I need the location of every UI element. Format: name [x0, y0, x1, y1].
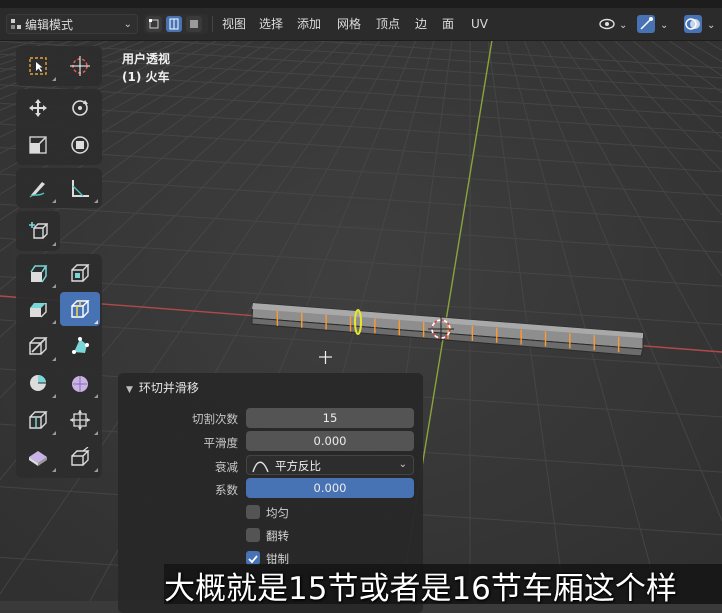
- shear-icon: [29, 451, 47, 466]
- falloff-curve-icon: [252, 461, 269, 473]
- select-mode-group: [144, 14, 208, 34]
- edge-select-icon: [169, 18, 179, 30]
- face-select-icon: [190, 20, 198, 28]
- measure-icon: [72, 180, 89, 197]
- shrink-fatten-icon: [70, 410, 90, 430]
- bevel-tool[interactable]: [18, 292, 58, 326]
- menu-vertex[interactable]: 顶点: [371, 14, 405, 34]
- panel-header[interactable]: ▼ 环切并滑移: [126, 379, 199, 396]
- falloff-label: 衰减: [215, 460, 238, 474]
- poly-build-tool[interactable]: [60, 329, 100, 363]
- panel-title: 环切并滑移: [138, 381, 199, 395]
- scale-tool[interactable]: [18, 128, 58, 162]
- select-box-icon: [29, 57, 47, 75]
- chevron-down-icon: ⌄: [123, 19, 132, 30]
- loop-cut-icon: [71, 300, 90, 318]
- gizmo-icon: ⌄: [637, 15, 668, 33]
- mode-select[interactable]: 编辑模式 ⌄: [6, 14, 138, 34]
- poly-build-icon: [72, 337, 89, 354]
- edit-mode-icon: [11, 19, 21, 29]
- knife-icon: [29, 337, 48, 355]
- toolbar-group-mesh: [16, 254, 102, 478]
- scale-icon: [29, 136, 47, 154]
- video-subtitle: 大概就是15节或者是16节车厢这个样: [164, 571, 677, 607]
- cursor-tool[interactable]: [60, 49, 100, 83]
- menu-separator: [212, 16, 213, 32]
- select-box-tool[interactable]: [18, 49, 58, 83]
- vertex-select-icon: [149, 19, 159, 29]
- falloff-value: 平方反比: [275, 459, 321, 473]
- object-name: (1) 火车: [122, 70, 170, 84]
- menu-add[interactable]: 添加: [292, 14, 326, 34]
- add-cube-icon: [29, 222, 48, 239]
- mode-label: 编辑模式: [25, 18, 74, 32]
- collapse-triangle-icon: ▼: [126, 385, 133, 395]
- viewport-header: 编辑模式 ⌄ 视图 选择 添加 网格 顶点 边 面 UV ⌄ ⌄ ⌄: [0, 8, 722, 41]
- cursor-icon: [70, 56, 90, 76]
- annotate-icon: [29, 182, 45, 198]
- overlay-icon: ⌄: [684, 15, 715, 33]
- smoothness-field[interactable]: 0.000: [246, 431, 414, 451]
- smoothness-label: 平滑度: [203, 436, 239, 450]
- menu-mesh[interactable]: 网格: [332, 14, 366, 34]
- edge-select-button[interactable]: [166, 16, 182, 32]
- shrink-fatten-tool[interactable]: [60, 403, 100, 437]
- edge-slide-icon: [29, 411, 48, 429]
- move-icon: [29, 99, 47, 117]
- knife-tool[interactable]: [18, 329, 58, 363]
- edge-slide-tool[interactable]: [18, 403, 58, 437]
- top-strip: [0, 0, 722, 8]
- measure-tool[interactable]: [60, 171, 100, 205]
- toolbar-group-transform: [16, 89, 102, 165]
- view-name: 用户透视: [122, 52, 171, 66]
- rotate-icon: [72, 100, 88, 116]
- extrude-icon: [30, 265, 48, 283]
- rotate-tool[interactable]: [60, 91, 100, 125]
- flip-label: 翻转: [266, 529, 289, 543]
- even-label: 均匀: [266, 506, 289, 520]
- eye-icon: ⌄: [599, 18, 627, 31]
- transform-tool[interactable]: [60, 128, 100, 162]
- falloff-select[interactable]: 平方反比 ⌄: [246, 455, 414, 475]
- even-checkbox[interactable]: [246, 505, 260, 519]
- rip-tool[interactable]: [60, 440, 100, 474]
- bevel-icon: [30, 303, 47, 318]
- factor-field[interactable]: 0.000: [246, 478, 414, 498]
- loop-cut-tool[interactable]: [60, 292, 100, 326]
- gizmo-dropdown[interactable]: ⌄: [636, 14, 672, 34]
- shear-tool[interactable]: [18, 440, 58, 474]
- inset-tool[interactable]: [60, 256, 100, 290]
- extrude-tool[interactable]: [18, 256, 58, 290]
- overlay-dropdown[interactable]: ⌄: [680, 14, 720, 34]
- toolbar-group-select: [16, 46, 102, 86]
- move-tool[interactable]: [18, 91, 58, 125]
- spin-tool[interactable]: [18, 366, 58, 400]
- face-select-button[interactable]: [186, 16, 202, 32]
- svg-text:⌄: ⌄: [619, 20, 627, 31]
- smooth-icon: [72, 376, 88, 392]
- menu-face[interactable]: 面: [437, 14, 459, 34]
- svg-text:⌄: ⌄: [660, 20, 668, 31]
- menu-select[interactable]: 选择: [254, 14, 288, 34]
- menu-edge[interactable]: 边: [410, 14, 432, 34]
- add-cube-tool[interactable]: [18, 214, 58, 248]
- smooth-tool[interactable]: [60, 366, 100, 400]
- svg-text:⌄: ⌄: [707, 20, 715, 31]
- flip-checkbox[interactable]: [246, 528, 260, 542]
- visibility-dropdown[interactable]: ⌄: [597, 14, 631, 34]
- chevron-down-icon: ⌄: [398, 459, 407, 470]
- inset-icon: [71, 264, 90, 282]
- cuts-field[interactable]: 15: [246, 408, 414, 428]
- menu-uv[interactable]: UV: [466, 14, 493, 34]
- toolbar-group-annotate: [16, 168, 102, 208]
- transform-icon: [71, 136, 89, 154]
- annotate-tool[interactable]: [18, 171, 58, 205]
- cuts-label: 切割次数: [192, 412, 238, 426]
- toolbar-group-add: [16, 211, 60, 251]
- factor-label: 系数: [215, 483, 238, 497]
- rip-icon: [71, 447, 90, 466]
- menu-view[interactable]: 视图: [217, 14, 251, 34]
- spin-icon: [30, 375, 46, 391]
- vertex-select-button[interactable]: [146, 16, 162, 32]
